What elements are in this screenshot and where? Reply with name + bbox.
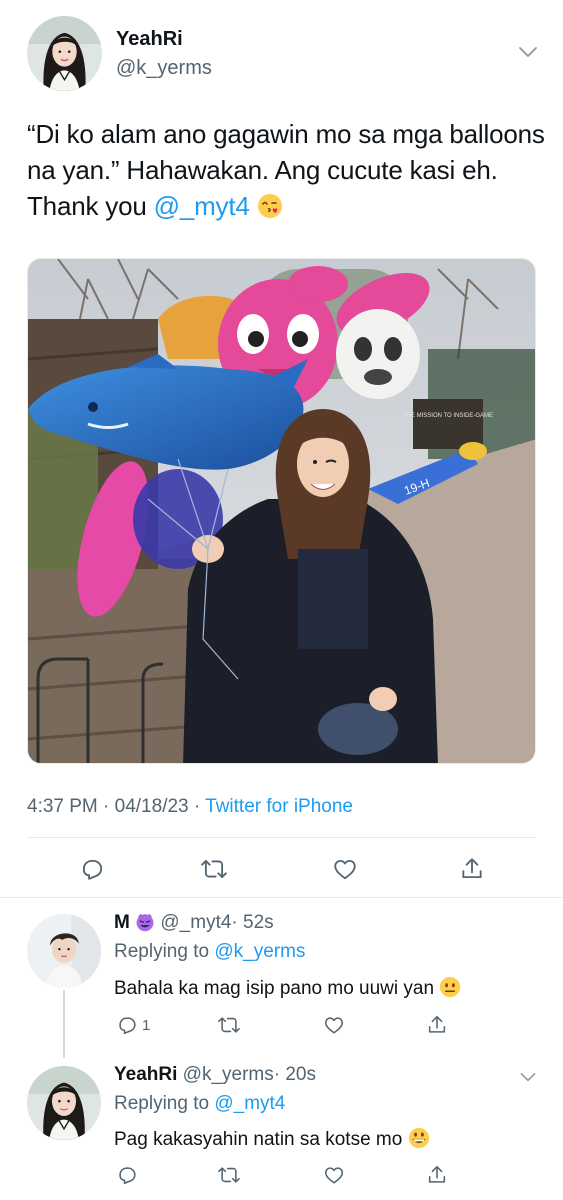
reply-header: M @_myt4· 52s xyxy=(114,912,274,934)
mention-link[interactable]: @_myt4 xyxy=(154,191,250,221)
reply-icon xyxy=(116,1164,138,1186)
main-tweet: YeahRi @k_yerms “Di ko alam ano gagawin … xyxy=(0,0,563,898)
reply-icon xyxy=(79,856,105,882)
like-icon xyxy=(332,856,358,882)
grin-emoji xyxy=(408,1127,429,1149)
share-button[interactable] xyxy=(426,1012,448,1038)
reply-avatar[interactable] xyxy=(27,914,101,988)
reply-time: · 20s xyxy=(273,1064,316,1085)
share-icon xyxy=(426,1164,448,1186)
reply-author-handle[interactable]: @_myt4 xyxy=(160,912,231,933)
share-button[interactable] xyxy=(459,856,485,882)
reply-text: Bahala ka mag isip pano mo uuwi yan xyxy=(114,976,461,1000)
share-button[interactable] xyxy=(426,1162,448,1188)
reply-author-name[interactable]: YeahRi xyxy=(114,1064,177,1085)
chevron-down-icon[interactable] xyxy=(518,1070,538,1084)
tweet-timestamp: 4:37 PM · 04/18/23 · Twitter for iPhone xyxy=(27,796,353,818)
reply-time: · 52s xyxy=(231,912,274,933)
like-icon xyxy=(323,1164,345,1186)
tweet-photo[interactable]: THE MISSION TO INSIDE-GAME 19-H xyxy=(27,258,536,764)
share-icon xyxy=(426,1014,448,1036)
author-name[interactable]: YeahRi xyxy=(116,28,183,51)
like-icon xyxy=(323,1014,345,1036)
thread-line xyxy=(63,990,65,1058)
retweet-button[interactable] xyxy=(201,856,227,882)
neutral-face-emoji xyxy=(440,976,461,998)
retweet-icon xyxy=(218,1164,240,1186)
reply-author-name[interactable]: M xyxy=(114,912,130,933)
reply-header: YeahRi @k_yerms· 20s xyxy=(114,1064,316,1086)
smiling-devil-emoji xyxy=(136,913,154,932)
reply-body: Pag kakasyahin natin sa kotse mo xyxy=(114,1129,403,1150)
reply-icon xyxy=(116,1014,138,1036)
kiss-emoji xyxy=(257,194,282,218)
like-button[interactable] xyxy=(323,1012,345,1038)
retweet-icon xyxy=(201,856,227,882)
reply-author-handle[interactable]: @k_yerms xyxy=(183,1064,274,1085)
share-icon xyxy=(459,856,485,882)
reply-text: Pag kakasyahin natin sa kotse mo xyxy=(114,1127,430,1151)
reply-button[interactable]: 1 xyxy=(116,1012,150,1038)
replying-label: Replying to xyxy=(114,941,215,962)
divider xyxy=(0,897,563,898)
retweet-icon xyxy=(218,1014,240,1036)
timestamp-text[interactable]: 4:37 PM · 04/18/23 · xyxy=(27,796,205,817)
author-handle[interactable]: @k_yerms xyxy=(116,57,212,80)
tweet-text: “Di ko alam ano gagawin mo sa mga balloo… xyxy=(27,116,547,224)
like-button[interactable] xyxy=(332,856,358,882)
replying-to: Replying to @_myt4 xyxy=(114,1093,285,1115)
divider xyxy=(27,837,536,838)
reply-button[interactable] xyxy=(79,856,105,882)
reply-body: Bahala ka mag isip pano mo uuwi yan xyxy=(114,978,435,999)
photo-image: THE MISSION TO INSIDE-GAME 19-H xyxy=(28,259,535,763)
replying-to-link[interactable]: @_myt4 xyxy=(214,1093,285,1114)
replying-to-link[interactable]: @k_yerms xyxy=(214,941,305,962)
avatar[interactable] xyxy=(27,16,102,91)
replying-to: Replying to @k_yerms xyxy=(114,941,305,963)
photo-sign-text: THE MISSION TO INSIDE-GAME xyxy=(403,413,493,419)
replying-label: Replying to xyxy=(114,1093,215,1114)
retweet-button[interactable] xyxy=(218,1012,240,1038)
like-button[interactable] xyxy=(323,1162,345,1188)
reply-avatar[interactable] xyxy=(27,1066,101,1140)
reply-button[interactable] xyxy=(116,1162,142,1188)
source-link[interactable]: Twitter for iPhone xyxy=(205,796,353,817)
chevron-down-icon[interactable] xyxy=(516,44,540,60)
tweet-body: “Di ko alam ano gagawin mo sa mga balloo… xyxy=(27,119,545,221)
reply-count: 1 xyxy=(142,1016,151,1034)
retweet-button[interactable] xyxy=(218,1162,240,1188)
